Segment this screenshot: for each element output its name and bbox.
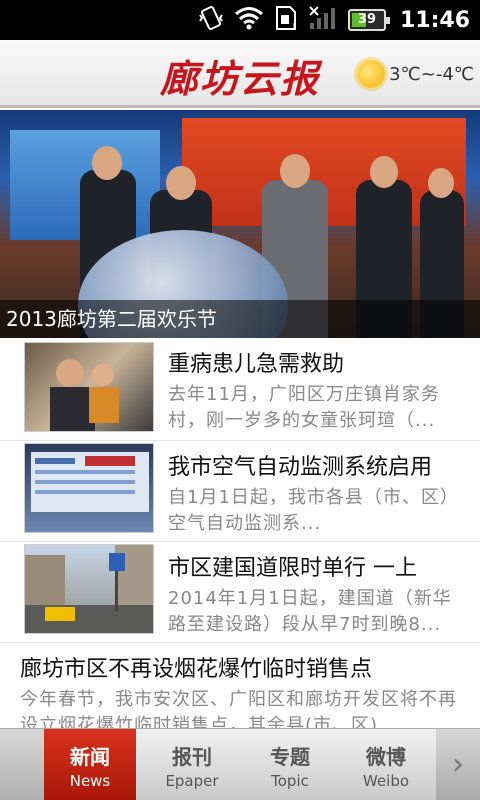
svg-text:!: !: [292, 22, 296, 31]
news-title: 我市空气自动监测系统启用: [168, 455, 433, 480]
news-title: 市区建国道限时单行 一上: [168, 556, 417, 581]
hero-caption: 2013廊坊第二届欢乐节: [0, 300, 480, 338]
news-summary: 自1月1日起，我市各县（市、区）空气自动监测系...: [168, 487, 459, 534]
status-icons: ! 39 11:46: [198, 0, 470, 40]
temperature: 3℃~-4℃: [389, 63, 474, 85]
tab-label-en: News: [69, 772, 111, 790]
vibrate-icon: [198, 5, 224, 35]
tab-label-zh: 新闻: [70, 745, 110, 769]
news-item[interactable]: 市区建国道限时单行 一上 2014年1月1日起，建国道（新华路至建设路）段从早7…: [0, 542, 480, 642]
tab-label-zh: 报刊: [172, 745, 212, 769]
news-item[interactable]: 重病患儿急需救助 去年11月，广阳区万庄镇肖家务村，刚一岁多的女童张珂瑄（...: [0, 338, 480, 440]
chevron-right-icon[interactable]: ›: [436, 729, 480, 800]
app-header: 廊坊云报 3℃~-4℃: [0, 40, 480, 108]
news-list: 重病患儿急需救助 去年11月，广阳区万庄镇肖家务村，刚一岁多的女童张珂瑄（...…: [0, 338, 480, 728]
signal-icon: [308, 5, 338, 35]
status-bar: ! 39 11:46: [0, 0, 480, 40]
news-summary: 去年11月，广阳区万庄镇肖家务村，刚一岁多的女童张珂瑄（...: [168, 384, 440, 431]
battery-level: 39: [357, 12, 377, 27]
news-title: 廊坊市区不再设烟花爆竹临时销售点: [20, 657, 373, 682]
news-title: 重病患儿急需救助: [168, 352, 345, 377]
news-thumbnail: [24, 342, 154, 432]
tab-label-en: Weibo: [362, 772, 410, 790]
news-item[interactable]: 我市空气自动监测系统启用 自1月1日起，我市各县（市、区）空气自动监测系...: [0, 441, 480, 541]
tab-label-zh: 专题: [270, 745, 310, 769]
tab-weibo[interactable]: 微博 Weibo: [340, 729, 432, 800]
tab-label-en: Epaper: [165, 772, 219, 790]
tab-epaper[interactable]: 报刊 Epaper: [146, 729, 238, 800]
sun-icon: [357, 60, 386, 88]
battery-icon: 39: [347, 9, 390, 31]
app-logo: 廊坊云报: [160, 56, 321, 101]
wifi-icon: [234, 6, 264, 34]
hero-banner[interactable]: 2013廊坊第二届欢乐节: [0, 110, 480, 338]
news-summary: 2014年1月1日起，建国道（新华路至建设路）段从早7时到晚8...: [168, 588, 452, 635]
news-thumbnail: [24, 443, 154, 533]
news-summary: 今年春节，我市安次区、广阳区和廊坊开发区将不再设立烟花爆竹临时销售点，其余县(市…: [20, 689, 457, 728]
news-item[interactable]: 廊坊市区不再设烟花爆竹临时销售点 今年春节，我市安次区、广阳区和廊坊开发区将不再…: [0, 643, 480, 728]
clock: 11:46: [399, 7, 470, 33]
tab-topic[interactable]: 专题 Topic: [244, 729, 336, 800]
tab-label-zh: 微博: [366, 745, 406, 769]
weather-widget[interactable]: 3℃~-4℃: [357, 60, 474, 88]
sim-icon: !: [274, 5, 298, 35]
tab-news[interactable]: 新闻 News: [44, 729, 136, 800]
tab-label-en: Topic: [271, 772, 309, 790]
news-thumbnail: [24, 544, 154, 634]
bottom-tab-bar: 新闻 News 报刊 Epaper 专题 Topic 微博 Weibo ›: [0, 728, 480, 800]
tab-bar-left-edge: [0, 729, 44, 800]
